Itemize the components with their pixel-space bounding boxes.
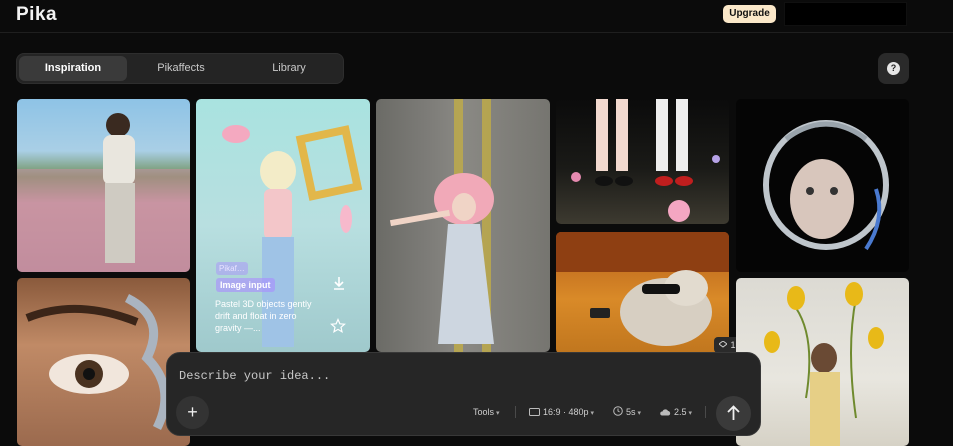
- chevron-down-icon: ▾: [496, 410, 500, 417]
- photographer-image: [17, 113, 190, 272]
- top-bar: Pika Upgrade: [0, 0, 953, 33]
- legs-flowers-image: [571, 99, 720, 222]
- tab-inspiration[interactable]: Inspiration: [19, 56, 127, 81]
- ratio-label: 16:9 · 480p: [543, 407, 589, 417]
- question-icon: ?: [887, 62, 900, 75]
- gallery-item[interactable]: [17, 99, 190, 272]
- chevron-down-icon: ▾: [637, 410, 642, 417]
- duration-dropdown[interactable]: 5s ▾: [613, 405, 641, 419]
- plush-dog-image: [556, 232, 729, 346]
- help-button[interactable]: ?: [878, 53, 909, 84]
- tools-dropdown[interactable]: Tools ▾: [473, 405, 500, 419]
- chevron-down-icon: ▾: [688, 410, 693, 417]
- prompt-composer: + Tools▾ 16:9 · 480p▾ 5s▾ 2.5▾: [166, 352, 761, 436]
- model-dropdown[interactable]: 2.5 ▾: [659, 405, 692, 419]
- tab-pikaffects[interactable]: Pikaffects: [127, 56, 235, 81]
- gallery-item[interactable]: [736, 278, 909, 446]
- chrome-eye-image: [25, 293, 170, 431]
- add-media-button[interactable]: +: [176, 396, 209, 429]
- mode-badge: Image input: [216, 278, 275, 292]
- duration-label: 5s: [626, 407, 636, 417]
- gallery-item-featured[interactable]: Pikaf… Image input Pastel 3D objects gen…: [196, 99, 370, 352]
- tab-library[interactable]: Library: [235, 56, 343, 81]
- gallery-item[interactable]: [556, 99, 729, 224]
- tulips-image: [764, 282, 884, 446]
- card-description: Pastel 3D objects gently drift and float…: [215, 299, 312, 333]
- pika-logo[interactable]: Pika: [16, 4, 57, 26]
- prompt-input[interactable]: [179, 367, 739, 385]
- gallery-item[interactable]: [556, 232, 729, 354]
- submit-button[interactable]: [716, 396, 751, 431]
- tools-label: Tools: [473, 407, 495, 417]
- clock-icon: [613, 405, 623, 420]
- tab-bar: Inspiration Pikaffects Library: [16, 53, 344, 84]
- divider: [515, 406, 516, 418]
- pink-hair-image: [389, 99, 494, 352]
- aspect-ratio-dropdown[interactable]: 16:9 · 480p ▾: [529, 405, 594, 419]
- gallery-item[interactable]: [736, 99, 909, 272]
- gallery-item[interactable]: [376, 99, 550, 352]
- star-icon[interactable]: [330, 318, 346, 334]
- chevron-down-icon: ▾: [590, 410, 595, 417]
- chrome-head-image: [763, 120, 889, 251]
- gallery-item[interactable]: [17, 278, 190, 446]
- aspect-ratio-icon: [529, 406, 540, 420]
- model-label: 2.5: [674, 407, 687, 417]
- upgrade-button[interactable]: Upgrade: [723, 5, 776, 23]
- account-area[interactable]: [784, 2, 907, 26]
- arrow-up-icon: [727, 405, 740, 420]
- divider: [705, 406, 706, 418]
- cloud-icon: [659, 406, 671, 420]
- effect-tag: Pikaf…: [216, 262, 248, 275]
- download-icon[interactable]: [331, 275, 347, 291]
